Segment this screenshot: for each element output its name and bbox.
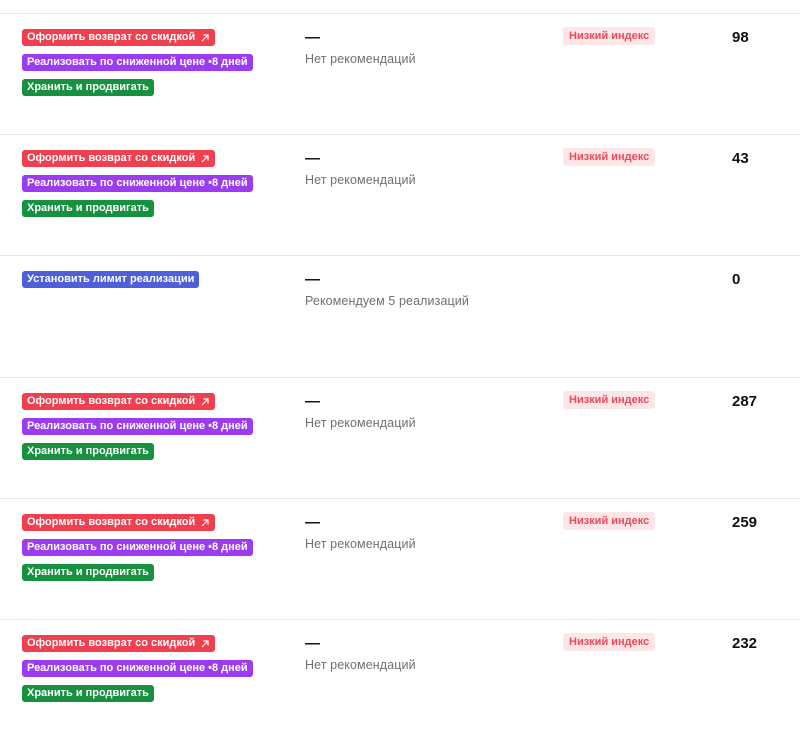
action-tags: Оформить возврат со скидкой Реализовать п… xyxy=(22,27,282,102)
table-row: Оформить возврат со скидкой Реализовать п… xyxy=(0,134,800,255)
set-sale-limit-button[interactable]: Установить лимит реализации xyxy=(22,271,200,288)
low-index-badge: Низкий индекс xyxy=(563,391,656,409)
recommendation-text: Нет рекомендаций xyxy=(305,658,416,672)
tag-label: Оформить возврат со скидкой xyxy=(27,516,196,528)
tag-label: Реализовать по сниженной цене •8 дней xyxy=(27,177,248,189)
tag-label: Реализовать по сниженной цене •8 дней xyxy=(27,541,248,553)
tag-label: Хранить и продвигать xyxy=(27,81,149,93)
recommendation-cell: — Нет рекомендаций xyxy=(305,514,416,552)
tag-row: Оформить возврат со скидкой xyxy=(22,391,282,416)
tag-row: Реализовать по сниженной цене •8 дней xyxy=(22,416,282,441)
table-row: Установить лимит реализации — Рекомендуем … xyxy=(0,255,800,376)
sell-at-reduced-price-button[interactable]: Реализовать по сниженной цене •8 дней xyxy=(22,175,253,192)
empty-value-dash: — xyxy=(305,514,320,531)
recommendation-text: Нет рекомендаций xyxy=(305,537,416,551)
table-row: Оформить возврат со скидкой Реализовать п… xyxy=(0,13,800,134)
tag-row: Хранить и продвигать xyxy=(22,198,282,223)
return-with-discount-button[interactable]: Оформить возврат со скидкой xyxy=(22,514,216,531)
action-tags: Оформить возврат со скидкой Реализовать п… xyxy=(22,512,282,587)
tag-row: Реализовать по сниженной цене •8 дней xyxy=(22,173,282,198)
empty-value-dash: — xyxy=(305,29,320,46)
sell-at-reduced-price-button[interactable]: Реализовать по сниженной цене •8 дней xyxy=(22,54,253,71)
tag-label: Оформить возврат со скидкой xyxy=(27,637,196,649)
action-tags: Оформить возврат со скидкой Реализовать п… xyxy=(22,148,282,223)
empty-value-dash: — xyxy=(305,393,320,410)
stock-count: 232 xyxy=(732,635,758,652)
tag-row: Реализовать по сниженной цене •8 дней xyxy=(22,658,282,683)
store-and-promote-button[interactable]: Хранить и продвигать xyxy=(22,200,154,217)
tag-label: Хранить и продвигать xyxy=(27,202,149,214)
table-row: Оформить возврат со скидкой Реализовать п… xyxy=(0,619,800,740)
action-tags: Оформить возврат со скидкой Реализовать п… xyxy=(22,633,282,708)
tag-row: Оформить возврат со скидкой xyxy=(22,633,282,658)
recommendation-cell: — Нет рекомендаций xyxy=(305,150,416,188)
recommendation-cell: — Нет рекомендаций xyxy=(305,635,416,673)
recommendation-text: Нет рекомендаций xyxy=(305,173,416,187)
store-and-promote-button[interactable]: Хранить и продвигать xyxy=(22,443,154,460)
action-tags: Оформить возврат со скидкой Реализовать п… xyxy=(22,391,282,466)
table-row: Оформить возврат со скидкой Реализовать п… xyxy=(0,498,800,619)
tag-label: Реализовать по сниженной цене •8 дней xyxy=(27,662,248,674)
store-and-promote-button[interactable]: Хранить и продвигать xyxy=(22,685,154,702)
tag-row: Установить лимит реализации xyxy=(22,269,282,294)
stock-count: 287 xyxy=(732,393,758,410)
store-and-promote-button[interactable]: Хранить и продвигать xyxy=(22,564,154,581)
tag-label: Оформить возврат со скидкой xyxy=(27,152,196,164)
tag-row: Хранить и продвигать xyxy=(22,441,282,466)
recommendation-text: Нет рекомендаций xyxy=(305,416,416,430)
stock-count: 98 xyxy=(732,29,749,46)
tag-label: Хранить и продвигать xyxy=(27,566,149,578)
return-with-discount-button[interactable]: Оформить возврат со скидкой xyxy=(22,635,216,652)
sell-at-reduced-price-button[interactable]: Реализовать по сниженной цене •8 дней xyxy=(22,539,253,556)
tag-label: Оформить возврат со скидкой xyxy=(27,395,196,407)
return-with-discount-button[interactable]: Оформить возврат со скидкой xyxy=(22,150,216,167)
low-index-badge: Низкий индекс xyxy=(563,512,656,530)
tag-row: Реализовать по сниженной цене •8 дней xyxy=(22,52,282,77)
tag-row: Оформить возврат со скидкой xyxy=(22,148,282,173)
action-tags: Установить лимит реализации xyxy=(22,269,282,294)
tag-label: Оформить возврат со скидкой xyxy=(27,31,196,43)
recommendation-cell: — Нет рекомендаций xyxy=(305,29,416,67)
stock-count: 43 xyxy=(732,150,749,167)
tag-row: Оформить возврат со скидкой xyxy=(22,27,282,52)
external-arrow-icon xyxy=(200,397,210,407)
low-index-badge: Низкий индекс xyxy=(563,633,656,651)
tag-label: Реализовать по сниженной цене •8 дней xyxy=(27,56,248,68)
external-arrow-icon xyxy=(200,33,210,43)
external-arrow-icon xyxy=(200,639,210,649)
external-arrow-icon xyxy=(200,154,210,164)
empty-value-dash: — xyxy=(305,635,320,652)
sell-at-reduced-price-button[interactable]: Реализовать по сниженной цене •8 дней xyxy=(22,418,253,435)
low-index-badge: Низкий индекс xyxy=(563,148,656,166)
external-arrow-icon xyxy=(200,518,210,528)
stock-count: 0 xyxy=(732,271,741,288)
recommendation-cell: — Нет рекомендаций xyxy=(305,393,416,431)
recommendation-text: Нет рекомендаций xyxy=(305,52,416,66)
tag-row: Хранить и продвигать xyxy=(22,683,282,708)
tag-row: Реализовать по сниженной цене •8 дней xyxy=(22,537,282,562)
tag-label: Хранить и продвигать xyxy=(27,687,149,699)
low-index-badge: Низкий индекс xyxy=(563,27,656,45)
recommendations-table: Оформить возврат со скидкой Реализовать п… xyxy=(0,0,800,729)
tag-label: Установить лимит реализации xyxy=(27,273,195,285)
empty-value-dash: — xyxy=(305,150,320,167)
table-row: Оформить возврат со скидкой Реализовать п… xyxy=(0,377,800,498)
tag-label: Реализовать по сниженной цене •8 дней xyxy=(27,420,248,432)
sell-at-reduced-price-button[interactable]: Реализовать по сниженной цене •8 дней xyxy=(22,660,253,677)
tag-row: Хранить и продвигать xyxy=(22,77,282,102)
recommendation-cell: — Рекомендуем 5 реализаций xyxy=(305,271,469,309)
store-and-promote-button[interactable]: Хранить и продвигать xyxy=(22,79,154,96)
empty-value-dash: — xyxy=(305,271,320,288)
tag-label: Хранить и продвигать xyxy=(27,445,149,457)
recommendation-text: Рекомендуем 5 реализаций xyxy=(305,294,469,308)
stock-count: 259 xyxy=(732,514,758,531)
tag-row: Оформить возврат со скидкой xyxy=(22,512,282,537)
return-with-discount-button[interactable]: Оформить возврат со скидкой xyxy=(22,29,216,46)
return-with-discount-button[interactable]: Оформить возврат со скидкой xyxy=(22,393,216,410)
tag-row: Хранить и продвигать xyxy=(22,562,282,587)
